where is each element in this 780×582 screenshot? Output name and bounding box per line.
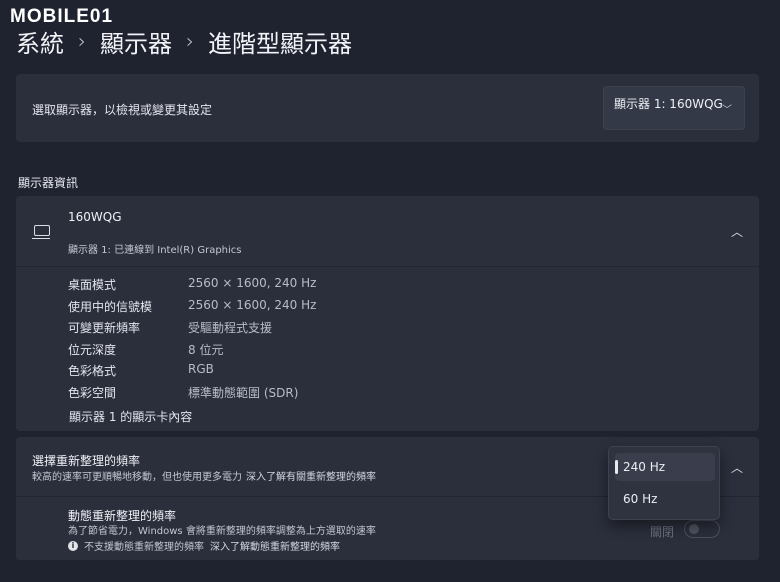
breadcrumb-item-display[interactable]: 顯示器 [100,24,172,59]
dynamic-refresh-desc: 為了節省電力，Windows 會將重新整理的頻率調整為上方選取的速率 [68,526,376,537]
display-info-header[interactable]: 160WQG 顯示器 1: 已連線到 Intel(R) Graphics ︿ [16,196,759,267]
display-select-label: 選取顯示器，以檢視或變更其設定 [32,103,213,117]
dynamic-refresh-toggle-label: 關閉 [650,525,675,539]
dynamic-refresh-toggle[interactable] [684,520,720,538]
refresh-rate-dropdown-list: 240 Hz 60 Hz [608,446,720,520]
info-icon: i [68,540,78,551]
monitor-icon [32,225,50,239]
display-connection: 顯示器 1: 已連線到 Intel(R) Graphics [68,245,242,256]
chevron-up-icon[interactable]: ︿ [731,459,743,476]
chevron-up-icon[interactable]: ︿ [731,223,743,240]
display-select-card: 選取顯示器，以檢視或變更其設定 顯示器 1: 160WQG ﹀ [16,74,759,142]
dynamic-refresh-note: i 不支援動態重新整理的頻率 深入了解動態重新整理的頻率 [68,538,340,553]
info-row: 可變更新頻率 受驅動程式支援 [68,321,273,335]
display-info-heading: 顯示器資訊 [18,176,79,190]
refresh-rate-title: 選擇重新整理的頻率 [32,454,141,468]
breadcrumb-separator-icon: › [78,29,86,53]
refresh-rate-desc: 較高的速率可更順暢地移動，但也使用更多電力 深入了解有關重新整理的頻率 [32,472,376,483]
info-row: 位元深度 8 位元 [68,342,224,357]
info-row: 使用中的信號模 2560 × 1600, 240 Hz [68,297,317,314]
refresh-rate-learn-more-link[interactable]: 深入了解有關重新整理的頻率 [246,472,376,483]
info-row: 色彩空間 標準動態範圍 (SDR) [68,385,299,400]
display-name: 160WQG [68,210,122,224]
adapter-properties-link[interactable]: 顯示器 1 的顯示卡內容 [69,408,192,425]
refresh-option-60hz[interactable]: 60 Hz [615,485,715,513]
breadcrumb-item-system[interactable]: 系統 [16,24,64,59]
info-row: 色彩格式 RGB [68,362,214,378]
breadcrumb-item-advanced-display: 進階型顯示器 [208,29,352,58]
info-row: 桌面模式 2560 × 1600, 240 Hz [68,276,317,292]
display-select-value: 顯示器 1: 160WQG [614,97,723,111]
chevron-down-icon: ﹀ [722,105,732,116]
display-info-rows: 桌面模式 2560 × 1600, 240 Hz 使用中的信號模 2560 × 16… [68,276,316,405]
breadcrumb: 系統 › 顯示器 › 進階型顯示器 [16,24,352,59]
display-info-card: 160WQG 顯示器 1: 已連線到 Intel(R) Graphics ︿ 桌… [16,196,759,431]
dynamic-refresh-learn-more-link[interactable]: 深入了解動態重新整理的頻率 [210,538,340,553]
display-select-dropdown[interactable]: 顯示器 1: 160WQG ﹀ [603,86,745,130]
refresh-option-240hz[interactable]: 240 Hz [615,453,715,481]
toggle-knob [689,524,699,534]
breadcrumb-separator-icon: › [186,29,194,53]
